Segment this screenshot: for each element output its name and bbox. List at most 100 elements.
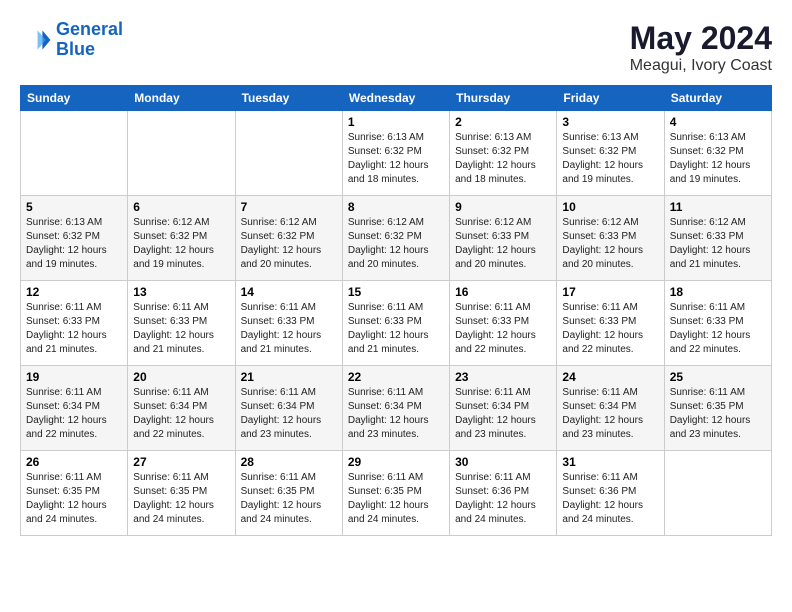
day-info: Sunrise: 6:11 AMSunset: 6:33 PMDaylight:… (348, 301, 444, 357)
day-info: Sunrise: 6:11 AMSunset: 6:35 PMDaylight:… (241, 471, 337, 527)
weekday-header-monday: Monday (128, 86, 235, 111)
calendar-cell: 29Sunrise: 6:11 AMSunset: 6:35 PMDayligh… (342, 451, 449, 536)
day-info: Sunrise: 6:12 AMSunset: 6:33 PMDaylight:… (455, 216, 551, 272)
calendar-cell: 16 Sunrise: 6:11 AMSunset: 6:33 PMDayligh… (450, 281, 557, 366)
calendar-cell: 6 Sunrise: 6:12 AMSunset: 6:32 PMDaylight… (128, 196, 235, 281)
calendar-table: SundayMondayTuesdayWednesdayThursdayFrid… (20, 85, 772, 536)
day-number: 28 (241, 455, 337, 469)
calendar-cell: 8 Sunrise: 6:12 AMSunset: 6:32 PMDaylight… (342, 196, 449, 281)
calendar-cell: 20Sunrise: 6:11 AMSunset: 6:34 PMDayligh… (128, 366, 235, 451)
weekday-header-friday: Friday (557, 86, 664, 111)
logo-icon (20, 24, 52, 56)
day-number: 30 (455, 455, 551, 469)
calendar-cell: 28 Sunrise: 6:11 AMSunset: 6:35 PMDayligh… (235, 451, 342, 536)
day-number: 14 (241, 285, 337, 299)
day-info: Sunrise: 6:12 AMSunset: 6:32 PMDaylight:… (133, 216, 229, 272)
calendar-cell: 18Sunrise: 6:11 AMSunset: 6:33 PMDayligh… (664, 281, 771, 366)
day-number: 21 (241, 370, 337, 384)
calendar-cell (664, 451, 771, 536)
day-info: Sunrise: 6:11 AMSunset: 6:36 PMDaylight:… (562, 471, 658, 527)
weekday-header-thursday: Thursday (450, 86, 557, 111)
calendar-cell: 9Sunrise: 6:12 AMSunset: 6:33 PMDaylight… (450, 196, 557, 281)
weekday-header-saturday: Saturday (664, 86, 771, 111)
day-number: 7 (241, 200, 337, 214)
day-info: Sunrise: 6:13 AMSunset: 6:32 PMDaylight:… (348, 131, 444, 187)
logo-text: General Blue (56, 20, 123, 60)
calendar-cell: 23Sunrise: 6:11 AMSunset: 6:34 PMDayligh… (450, 366, 557, 451)
day-info: Sunrise: 6:12 AMSunset: 6:33 PMDaylight:… (562, 216, 658, 272)
calendar-cell: 14 Sunrise: 6:11 AMSunset: 6:33 PMDayligh… (235, 281, 342, 366)
day-number: 2 (455, 115, 551, 129)
calendar-cell: 4 Sunrise: 6:13 AMSunset: 6:32 PMDaylight… (664, 111, 771, 196)
day-info: Sunrise: 6:11 AMSunset: 6:34 PMDaylight:… (455, 386, 551, 442)
day-info: Sunrise: 6:11 AMSunset: 6:36 PMDaylight:… (455, 471, 551, 527)
day-number: 3 (562, 115, 658, 129)
calendar-cell (128, 111, 235, 196)
day-info: Sunrise: 6:13 AMSunset: 6:32 PMDaylight:… (26, 216, 122, 272)
calendar-cell: 7Sunrise: 6:12 AMSunset: 6:32 PMDaylight… (235, 196, 342, 281)
day-number: 8 (348, 200, 444, 214)
day-info: Sunrise: 6:13 AMSunset: 6:32 PMDaylight:… (455, 131, 551, 187)
logo: General Blue (20, 20, 123, 60)
month-year: May 2024 (630, 20, 772, 57)
day-info: Sunrise: 6:11 AMSunset: 6:35 PMDaylight:… (670, 386, 766, 442)
day-info: Sunrise: 6:11 AMSunset: 6:33 PMDaylight:… (455, 301, 551, 357)
calendar-cell (235, 111, 342, 196)
day-number: 26 (26, 455, 122, 469)
calendar-cell: 25 Sunrise: 6:11 AMSunset: 6:35 PMDayligh… (664, 366, 771, 451)
day-info: Sunrise: 6:11 AMSunset: 6:34 PMDaylight:… (348, 386, 444, 442)
day-info: Sunrise: 6:11 AMSunset: 6:35 PMDaylight:… (26, 471, 122, 527)
calendar-cell: 5 Sunrise: 6:13 AMSunset: 6:32 PMDaylight… (21, 196, 128, 281)
calendar-cell: 2 Sunrise: 6:13 AMSunset: 6:32 PMDaylight… (450, 111, 557, 196)
day-number: 15 (348, 285, 444, 299)
day-info: Sunrise: 6:11 AMSunset: 6:33 PMDaylight:… (133, 301, 229, 357)
calendar-week-2: 5 Sunrise: 6:13 AMSunset: 6:32 PMDaylight… (21, 196, 772, 281)
day-number: 12 (26, 285, 122, 299)
calendar-cell: 1Sunrise: 6:13 AMSunset: 6:32 PMDaylight… (342, 111, 449, 196)
calendar-cell: 11Sunrise: 6:12 AMSunset: 6:33 PMDayligh… (664, 196, 771, 281)
day-number: 31 (562, 455, 658, 469)
day-number: 16 (455, 285, 551, 299)
calendar-cell (21, 111, 128, 196)
day-number: 17 (562, 285, 658, 299)
day-info: Sunrise: 6:11 AMSunset: 6:34 PMDaylight:… (562, 386, 658, 442)
calendar-cell: 27Sunrise: 6:11 AMSunset: 6:35 PMDayligh… (128, 451, 235, 536)
day-number: 4 (670, 115, 766, 129)
calendar-cell: 30 Sunrise: 6:11 AMSunset: 6:36 PMDayligh… (450, 451, 557, 536)
calendar-cell: 21 Sunrise: 6:11 AMSunset: 6:34 PMDayligh… (235, 366, 342, 451)
calendar-cell: 24 Sunrise: 6:11 AMSunset: 6:34 PMDayligh… (557, 366, 664, 451)
weekday-header-sunday: Sunday (21, 86, 128, 111)
day-info: Sunrise: 6:11 AMSunset: 6:33 PMDaylight:… (26, 301, 122, 357)
day-info: Sunrise: 6:11 AMSunset: 6:34 PMDaylight:… (26, 386, 122, 442)
calendar-cell: 26 Sunrise: 6:11 AMSunset: 6:35 PMDayligh… (21, 451, 128, 536)
calendar-body: 1Sunrise: 6:13 AMSunset: 6:32 PMDaylight… (21, 111, 772, 536)
day-info: Sunrise: 6:11 AMSunset: 6:34 PMDaylight:… (241, 386, 337, 442)
day-info: Sunrise: 6:11 AMSunset: 6:33 PMDaylight:… (241, 301, 337, 357)
calendar-cell: 13 Sunrise: 6:11 AMSunset: 6:33 PMDayligh… (128, 281, 235, 366)
day-info: Sunrise: 6:13 AMSunset: 6:32 PMDaylight:… (562, 131, 658, 187)
day-number: 25 (670, 370, 766, 384)
day-number: 22 (348, 370, 444, 384)
day-number: 13 (133, 285, 229, 299)
calendar-week-1: 1Sunrise: 6:13 AMSunset: 6:32 PMDaylight… (21, 111, 772, 196)
day-info: Sunrise: 6:12 AMSunset: 6:33 PMDaylight:… (670, 216, 766, 272)
day-info: Sunrise: 6:13 AMSunset: 6:32 PMDaylight:… (670, 131, 766, 187)
calendar-cell: 19 Sunrise: 6:11 AMSunset: 6:34 PMDayligh… (21, 366, 128, 451)
day-info: Sunrise: 6:11 AMSunset: 6:33 PMDaylight:… (670, 301, 766, 357)
calendar-week-4: 19 Sunrise: 6:11 AMSunset: 6:34 PMDayligh… (21, 366, 772, 451)
weekday-header-wednesday: Wednesday (342, 86, 449, 111)
day-info: Sunrise: 6:12 AMSunset: 6:32 PMDaylight:… (348, 216, 444, 272)
day-number: 19 (26, 370, 122, 384)
day-info: Sunrise: 6:11 AMSunset: 6:35 PMDaylight:… (133, 471, 229, 527)
day-number: 5 (26, 200, 122, 214)
day-number: 24 (562, 370, 658, 384)
page-header: General Blue May 2024 Meagui, Ivory Coas… (20, 20, 772, 75)
calendar-cell: 17 Sunrise: 6:11 AMSunset: 6:33 PMDayligh… (557, 281, 664, 366)
day-info: Sunrise: 6:11 AMSunset: 6:35 PMDaylight:… (348, 471, 444, 527)
calendar-cell: 15 Sunrise: 6:11 AMSunset: 6:33 PMDayligh… (342, 281, 449, 366)
weekday-header-row: SundayMondayTuesdayWednesdayThursdayFrid… (21, 86, 772, 111)
calendar-cell: 22 Sunrise: 6:11 AMSunset: 6:34 PMDayligh… (342, 366, 449, 451)
location: Meagui, Ivory Coast (630, 57, 772, 75)
day-info: Sunrise: 6:11 AMSunset: 6:33 PMDaylight:… (562, 301, 658, 357)
day-number: 6 (133, 200, 229, 214)
